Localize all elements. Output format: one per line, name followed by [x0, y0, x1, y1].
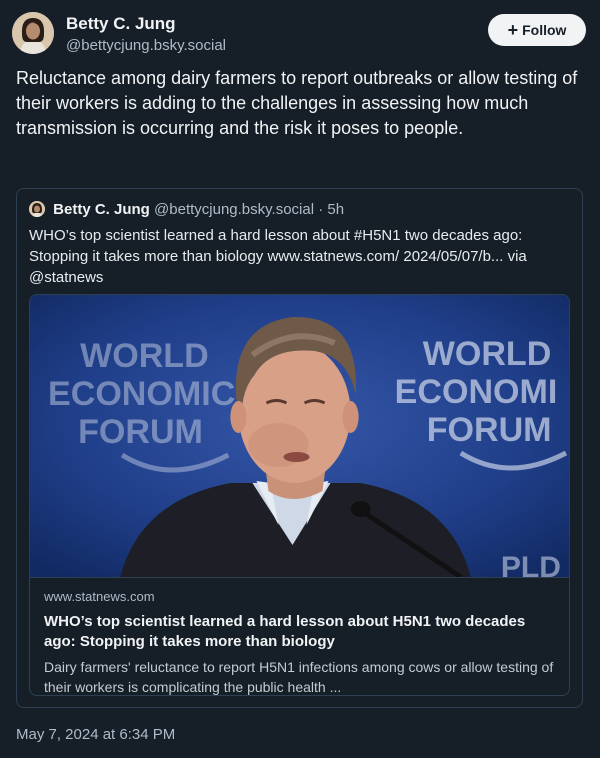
banner-left-line-2: ECONOMIC: [48, 375, 235, 413]
post-header: Betty C. Jung @bettycjung.bsky.social + …: [12, 12, 586, 58]
author-handle[interactable]: @bettycjung.bsky.social: [66, 36, 226, 56]
author-info: Betty C. Jung @bettycjung.bsky.social: [66, 14, 226, 56]
plus-icon: +: [507, 20, 519, 40]
quoted-display-name: Betty C. Jung: [53, 201, 150, 218]
banner-left-line-1: WORLD: [80, 337, 209, 375]
avatar[interactable]: [12, 12, 54, 54]
banner-left-line-3: FORUM: [78, 413, 203, 451]
post: Betty C. Jung @bettycjung.bsky.social + …: [0, 0, 600, 758]
quoted-post[interactable]: Betty C. Jung @bettycjung.bsky.social · …: [16, 188, 583, 708]
link-card-domain: www.statnews.com: [44, 589, 155, 604]
link-card-title: WHO’s top scientist learned a hard lesso…: [44, 613, 526, 650]
svg-text:PLD: PLD: [501, 551, 561, 577]
post-text: Reluctance among dairy farmers to report…: [16, 68, 578, 138]
quoted-age: · 5h: [318, 201, 345, 218]
link-card-description: Dairy farmers' reluctance to report H5N1…: [44, 659, 554, 695]
quoted-avatar: [29, 201, 45, 218]
follow-button[interactable]: + Follow: [488, 14, 586, 46]
banner-right-line-3: FORUM: [427, 411, 552, 449]
quoted-handle: @bettycjung.bsky.social: [154, 201, 315, 218]
banner-right-line-1: WORLD: [423, 335, 552, 373]
quoted-post-header: Betty C. Jung @bettycjung.bsky.social · …: [29, 201, 570, 221]
quoted-text: WHO’s top scientist learned a hard lesso…: [29, 227, 527, 286]
post-timestamp[interactable]: May 7, 2024 at 6:34 PM: [16, 726, 175, 743]
author-display-name[interactable]: Betty C. Jung: [66, 14, 226, 34]
link-card-meta: www.statnews.com WHO’s top scientist lea…: [30, 577, 569, 695]
banner-right-line-2: ECONOMI: [395, 373, 558, 411]
link-card-image: WORLD ECONOMIC FORUM WORLD ECONOMI FORUM: [30, 295, 569, 577]
link-card[interactable]: WORLD ECONOMIC FORUM WORLD ECONOMI FORUM: [29, 294, 570, 696]
follow-label: Follow: [522, 22, 567, 38]
